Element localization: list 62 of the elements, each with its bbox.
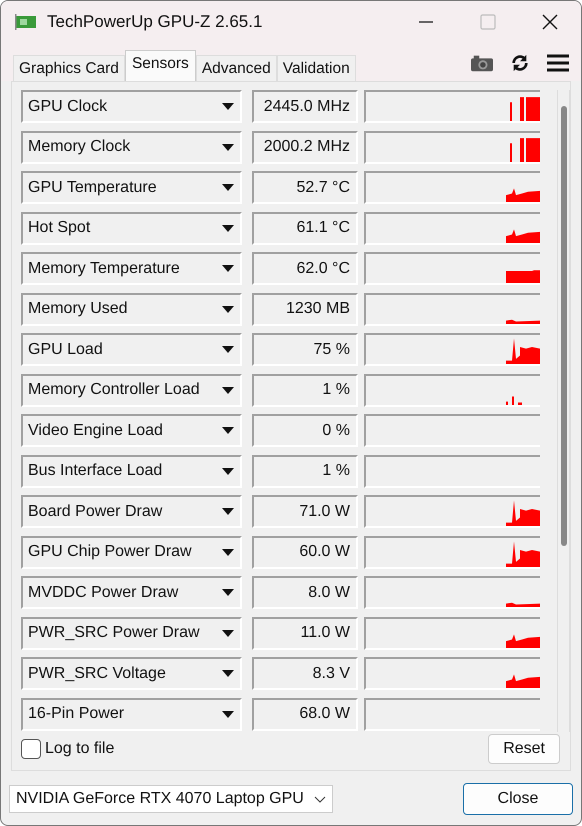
sensor-dropdown[interactable]: PWR_SRC Voltage [21,657,242,690]
sensor-dropdown[interactable]: 16-Pin Power [21,698,242,730]
menu-icon[interactable] [547,54,569,72]
sensor-value: 2445.0 MHz [252,90,358,123]
sensor-dropdown[interactable]: Memory Controller Load [21,374,242,406]
dropdown-arrow-icon [222,427,234,434]
sensor-dropdown[interactable]: GPU Load [21,333,242,366]
sensor-dropdown[interactable]: Bus Interface Load [21,454,242,488]
sensor-dropdown[interactable]: Memory Clock [21,130,242,164]
dropdown-arrow-icon [222,224,234,232]
dropdown-arrow-icon [222,346,234,353]
camera-icon[interactable] [471,54,493,72]
dropdown-arrow-icon [222,144,234,150]
dropdown-arrow-icon [222,670,234,677]
sensor-dropdown[interactable]: Memory Temperature [21,252,242,285]
sensor-dropdown[interactable]: Memory Used [21,292,242,326]
dropdown-arrow-icon [222,386,234,394]
sensor-value: 2000.2 MHz [252,130,358,164]
dropdown-arrow-icon [222,306,234,312]
sensor-dropdown[interactable]: Video Engine Load [21,414,242,447]
tab[interactable]: Advanced [196,55,277,81]
sensor-dropdown[interactable]: Hot Spot [21,212,242,244]
gpu-select[interactable]: NVIDIA GeForce RTX 4070 Laptop GPU [9,785,333,813]
sensor-dropdown[interactable]: GPU Temperature [21,171,242,204]
dropdown-arrow-icon [222,548,234,556]
sensor-value: 52.7 °C [252,171,358,204]
dropdown-arrow-icon [222,265,234,272]
sensor-dropdown[interactable]: PWR_SRC Power Draw [21,616,242,650]
tab[interactable]: Validation [276,55,356,81]
sensor-value: 1 % [252,374,358,406]
chevron-down-icon [314,796,326,802]
tab[interactable]: Graphics Card [13,55,125,81]
dropdown-arrow-icon [222,589,234,596]
sensor-value: 60.0 W [252,536,358,568]
dropdown-arrow-icon [222,710,234,718]
sensor-value: 75 % [252,333,358,366]
sensor-dropdown[interactable]: Board Power Draw [21,495,242,528]
sensor-value: 71.0 W [252,495,358,528]
sensor-dropdown[interactable]: GPU Chip Power Draw [21,536,242,568]
graphics-card-icon [15,14,37,30]
sensor-value: 0 % [252,414,358,447]
dropdown-arrow-icon [222,630,234,636]
close-button[interactable]: Close [463,783,573,815]
tab[interactable]: Sensors [124,50,196,81]
dropdown-arrow-icon [222,508,234,515]
sensor-value: 61.1 °C [252,212,358,244]
sensor-value: 62.0 °C [252,252,358,285]
sensor-value: 1 % [252,454,358,488]
sensor-value: 68.0 W [252,698,358,730]
log-to-file-checkbox[interactable]: Log to file [21,739,114,759]
sensor-dropdown[interactable]: GPU Clock [21,90,242,123]
dropdown-arrow-icon [222,184,234,191]
scrollbar-thumb[interactable] [560,106,566,546]
sensor-value: 1230 MB [252,292,358,326]
window-title: TechPowerUp GPU-Z 2.65.1 [47,12,262,32]
dropdown-arrow-icon [222,103,234,110]
sensor-dropdown[interactable]: MVDDC Power Draw [21,576,242,609]
reset-button[interactable]: Reset [488,734,560,764]
sensor-value: 11.0 W [252,616,358,650]
sensor-value: 8.0 W [252,576,358,609]
sensor-value: 8.3 V [252,657,358,690]
dropdown-arrow-icon [222,468,234,474]
